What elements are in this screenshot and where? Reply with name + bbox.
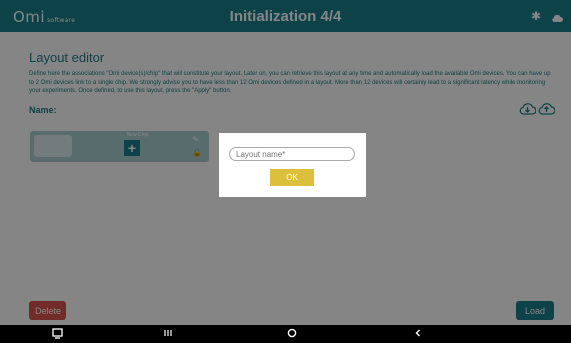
layout-name-input[interactable] (229, 147, 355, 161)
home-icon[interactable] (287, 328, 297, 342)
layout-name-dialog: OK (219, 133, 366, 197)
system-nav-bar (0, 325, 571, 343)
screenshot-icon[interactable] (52, 328, 63, 343)
back-icon[interactable] (413, 328, 423, 342)
recents-icon[interactable] (163, 328, 173, 342)
ok-button[interactable]: OK (270, 169, 314, 186)
